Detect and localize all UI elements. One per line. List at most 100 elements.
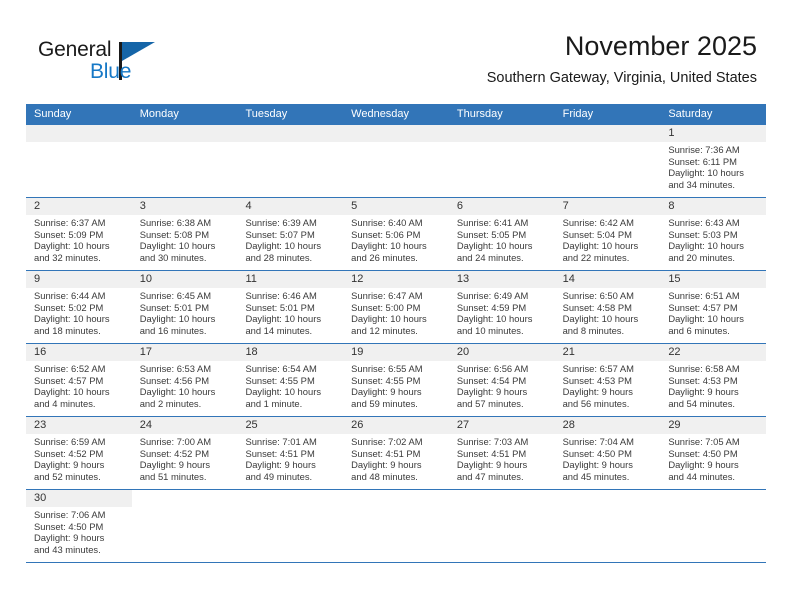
day-cell[interactable]: 17 Sunrise: 6:53 AM Sunset: 4:56 PM Dayligh… xyxy=(131,344,238,416)
day-cell[interactable]: 30 Sunrise: 7:06 AM Sunset: 4:50 PM Dayligh… xyxy=(26,490,132,562)
sunrise-text: Sunrise: 6:59 AM xyxy=(34,436,106,447)
day-cell[interactable]: 11 Sunrise: 6:46 AM Sunset: 5:01 PM Dayligh… xyxy=(237,271,344,343)
day-cell[interactable]: 5 Sunrise: 6:40 AM Sunset: 5:06 PM Daylight… xyxy=(343,198,449,270)
day-cell-empty xyxy=(237,125,344,197)
sunset-text: Sunset: 5:03 PM xyxy=(668,228,738,240)
day-sun-info: Sunrise: 6:51 AM Sunset: 4:57 PM Daylight:… xyxy=(660,288,766,336)
sunset-text: Sunset: 5:02 PM xyxy=(34,301,104,313)
logo-flag-icon xyxy=(122,42,155,61)
day-cell[interactable]: 13 Sunrise: 6:49 AM Sunset: 4:59 PM Dayligh… xyxy=(448,271,555,343)
sunset-text: Sunset: 4:59 PM xyxy=(456,301,527,313)
daylight-text-line2: and 34 minutes. xyxy=(668,178,736,190)
day-cell[interactable]: 20 Sunrise: 6:56 AM Sunset: 4:54 PM Dayligh… xyxy=(448,344,555,416)
day-cell[interactable]: 10 Sunrise: 6:45 AM Sunset: 5:01 PM Dayligh… xyxy=(131,271,238,343)
title-block: November 2025 Southern Gateway, Virginia… xyxy=(487,30,757,88)
sunset-text: Sunset: 4:57 PM xyxy=(668,301,738,313)
weekday-friday: Friday xyxy=(562,108,594,120)
day-cell[interactable]: 6 Sunrise: 6:41 AM Sunset: 5:05 PM Daylight… xyxy=(448,198,555,270)
day-cell[interactable]: 25 Sunrise: 7:01 AM Sunset: 4:51 PM Dayligh… xyxy=(237,417,344,489)
day-cell[interactable]: 19 Sunrise: 6:55 AM Sunset: 4:55 PM Dayligh… xyxy=(343,344,449,416)
day-number: 24 xyxy=(131,417,238,434)
calendar-week-row: 23 Sunrise: 6:59 AM Sunset: 4:52 PM Dayligh… xyxy=(26,417,767,490)
day-number: 11 xyxy=(237,271,344,288)
day-cell[interactable]: 29 Sunrise: 7:05 AM Sunset: 4:50 PM Dayligh… xyxy=(660,417,767,489)
sunset-text: Sunset: 4:51 PM xyxy=(351,447,421,459)
day-cell[interactable]: 24 Sunrise: 7:00 AM Sunset: 4:52 PM Dayligh… xyxy=(131,417,238,489)
day-sun-info: Sunrise: 6:50 AM Sunset: 4:58 PM Daylight:… xyxy=(555,288,661,336)
sunset-text: Sunset: 4:50 PM xyxy=(668,447,738,459)
sunset-text: Sunset: 5:07 PM xyxy=(245,228,315,240)
daylight-text-line2: and 30 minutes. xyxy=(139,251,207,263)
sunset-text: Sunset: 5:04 PM xyxy=(562,228,632,240)
day-number: 26 xyxy=(343,417,449,434)
daylight-text-line1: Daylight: 10 hours xyxy=(562,313,639,325)
day-number xyxy=(554,125,661,142)
day-cell[interactable]: 22 Sunrise: 6:58 AM Sunset: 4:53 PM Dayligh… xyxy=(660,344,767,416)
day-sun-info: Sunrise: 6:53 AM Sunset: 4:56 PM Daylight:… xyxy=(132,361,238,409)
day-cell[interactable]: 14 Sunrise: 6:50 AM Sunset: 4:58 PM Dayligh… xyxy=(554,271,661,343)
day-number: 28 xyxy=(554,417,661,434)
daylight-text-line1: Daylight: 10 hours xyxy=(34,240,110,252)
daylight-text-line2: and 12 minutes. xyxy=(351,324,418,336)
daylight-text-line1: Daylight: 10 hours xyxy=(668,313,744,325)
day-sun-info: Sunrise: 6:52 AM Sunset: 4:57 PM Daylight:… xyxy=(26,361,132,409)
daylight-text-line1: Daylight: 9 hours xyxy=(34,459,105,471)
sunrise-text: Sunrise: 6:46 AM xyxy=(245,290,317,301)
day-cell[interactable]: 2 Sunrise: 6:37 AM Sunset: 5:09 PM Daylight… xyxy=(26,198,132,270)
daylight-text-line1: Daylight: 10 hours xyxy=(456,240,533,252)
daylight-text-line1: Daylight: 9 hours xyxy=(456,386,528,398)
sunset-text: Sunset: 4:50 PM xyxy=(34,520,104,532)
general-blue-logo[interactable]: General Blue xyxy=(38,38,178,90)
day-cell[interactable]: 26 Sunrise: 7:02 AM Sunset: 4:51 PM Dayligh… xyxy=(343,417,449,489)
daylight-text-line2: and 1 minute. xyxy=(245,397,303,409)
daylight-text-line1: Daylight: 10 hours xyxy=(668,240,744,252)
weekday-tuesday: Tuesday xyxy=(245,108,288,120)
daylight-text-line2: and 18 minutes. xyxy=(34,324,101,336)
day-sun-info: Sunrise: 6:40 AM Sunset: 5:06 PM Daylight:… xyxy=(343,215,449,263)
sunset-text: Sunset: 4:55 PM xyxy=(245,374,315,386)
sunrise-text: Sunrise: 7:02 AM xyxy=(351,436,423,447)
daylight-text-line1: Daylight: 9 hours xyxy=(351,386,422,398)
day-cell[interactable]: 8 Sunrise: 6:43 AM Sunset: 5:03 PM Daylight… xyxy=(660,198,767,270)
day-cell[interactable]: 9 Sunrise: 6:44 AM Sunset: 5:02 PM Daylight… xyxy=(26,271,132,343)
day-sun-info: Sunrise: 6:45 AM Sunset: 5:01 PM Daylight:… xyxy=(132,288,238,336)
day-number: 19 xyxy=(343,344,449,361)
day-number: 27 xyxy=(448,417,555,434)
daylight-text-line1: Daylight: 10 hours xyxy=(668,167,744,179)
day-cell[interactable]: 18 Sunrise: 6:54 AM Sunset: 4:55 PM Dayligh… xyxy=(237,344,344,416)
sunset-text: Sunset: 4:52 PM xyxy=(34,447,104,459)
day-sun-info: Sunrise: 7:03 AM Sunset: 4:51 PM Daylight:… xyxy=(449,434,555,482)
daylight-text-line1: Daylight: 10 hours xyxy=(245,240,322,252)
day-cell[interactable]: 28 Sunrise: 7:04 AM Sunset: 4:50 PM Dayligh… xyxy=(554,417,661,489)
day-number: 17 xyxy=(131,344,238,361)
daylight-text-line2: and 24 minutes. xyxy=(456,251,524,263)
day-cell[interactable]: 12 Sunrise: 6:47 AM Sunset: 5:00 PM Dayligh… xyxy=(343,271,449,343)
day-cell[interactable]: 16 Sunrise: 6:52 AM Sunset: 4:57 PM Dayligh… xyxy=(26,344,132,416)
sunset-text: Sunset: 4:50 PM xyxy=(562,447,632,459)
day-sun-info: Sunrise: 7:06 AM Sunset: 4:50 PM Daylight:… xyxy=(26,507,132,555)
sunrise-text: Sunrise: 6:58 AM xyxy=(668,363,740,374)
weekday-monday: Monday xyxy=(139,108,179,120)
daylight-text-line2: and 47 minutes. xyxy=(456,470,524,482)
day-sun-info: Sunrise: 7:05 AM Sunset: 4:50 PM Daylight:… xyxy=(660,434,766,482)
day-cell-blank xyxy=(131,490,238,562)
sunrise-text: Sunrise: 6:43 AM xyxy=(668,217,740,228)
calendar-week-row: 1 Sunrise: 7:36 AM Sunset: 6:11 PM Daylight… xyxy=(26,125,767,198)
day-cell[interactable]: 21 Sunrise: 6:57 AM Sunset: 4:53 PM Dayligh… xyxy=(554,344,661,416)
daylight-text-line2: and 2 minutes. xyxy=(139,397,202,409)
daylight-text-line2: and 59 minutes. xyxy=(351,397,418,409)
daylight-text-line2: and 22 minutes. xyxy=(562,251,630,263)
daylight-text-line1: Daylight: 9 hours xyxy=(668,386,739,398)
day-cell[interactable]: 15 Sunrise: 6:51 AM Sunset: 4:57 PM Dayligh… xyxy=(660,271,767,343)
day-cell[interactable]: 7 Sunrise: 6:42 AM Sunset: 5:04 PM Daylight… xyxy=(554,198,661,270)
day-cell[interactable]: 3 Sunrise: 6:38 AM Sunset: 5:08 PM Daylight… xyxy=(131,198,238,270)
daylight-text-line1: Daylight: 9 hours xyxy=(351,459,422,471)
day-cell[interactable]: 1 Sunrise: 7:36 AM Sunset: 6:11 PM Daylight… xyxy=(660,125,767,197)
day-number xyxy=(448,125,555,142)
day-cell[interactable]: 4 Sunrise: 6:39 AM Sunset: 5:07 PM Daylight… xyxy=(237,198,344,270)
day-cell-blank xyxy=(554,490,661,562)
daylight-text-line1: Daylight: 10 hours xyxy=(562,240,639,252)
day-cell[interactable]: 23 Sunrise: 6:59 AM Sunset: 4:52 PM Dayligh… xyxy=(26,417,132,489)
day-cell[interactable]: 27 Sunrise: 7:03 AM Sunset: 4:51 PM Dayligh… xyxy=(448,417,555,489)
daylight-text-line2: and 26 minutes. xyxy=(351,251,418,263)
